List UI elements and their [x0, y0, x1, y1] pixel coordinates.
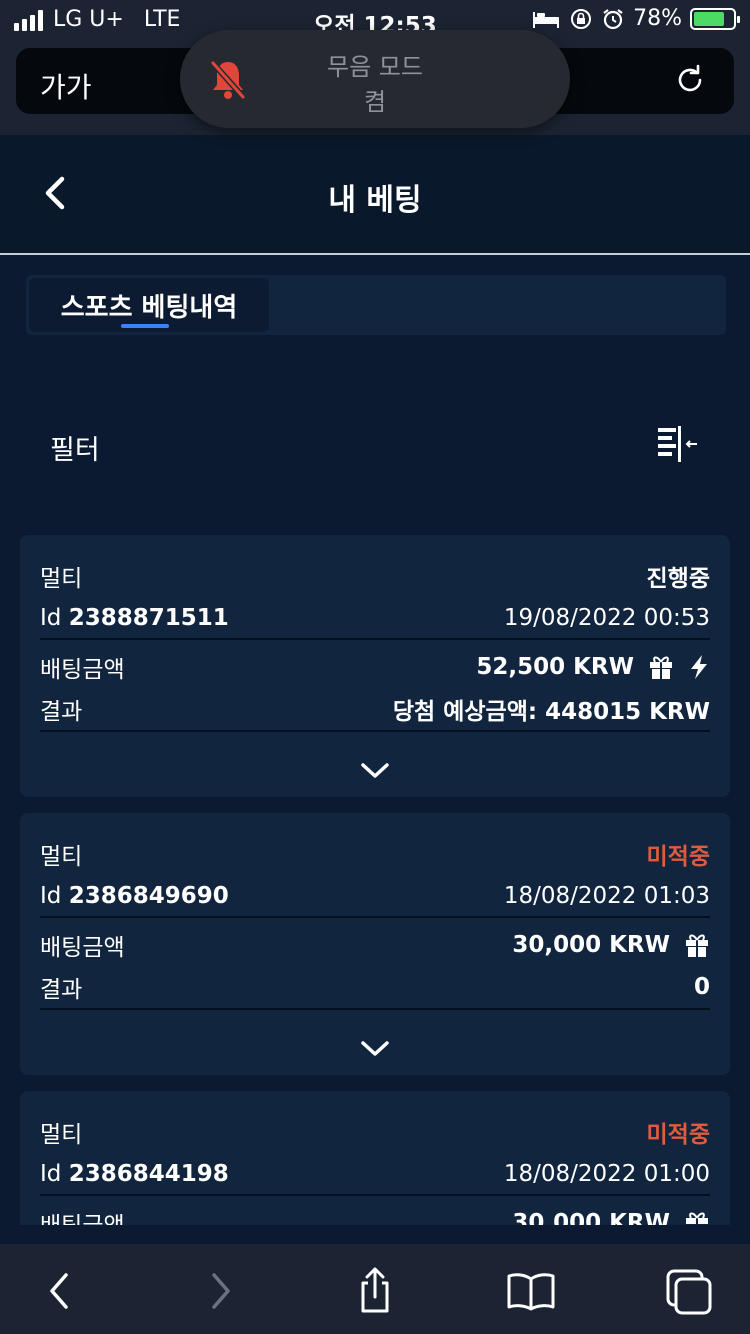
gift-icon [650, 656, 672, 679]
bet-amount: 30,000 KRW [512, 1210, 670, 1225]
result-label: 결과 [40, 699, 83, 725]
back-arrow-icon [50, 1273, 68, 1309]
amount-label: 배팅금액 [40, 935, 125, 961]
toast-subtitle: 켬 [363, 88, 387, 116]
bookmarks-button[interactable] [506, 1268, 556, 1314]
bet-card: 멀티 미적중 Id 2386844198 18/08/2022 01:00 배팅… [20, 1091, 730, 1225]
amount-group: 30,000 KRW [512, 932, 710, 958]
alarm-icon [603, 8, 623, 29]
tabs-icon [666, 1269, 712, 1315]
gift-icon [686, 934, 708, 957]
bet-amount: 52,500 KRW [476, 654, 634, 680]
reload-icon[interactable] [672, 62, 708, 98]
divider [40, 916, 710, 918]
filter-label: 필터 [50, 435, 100, 466]
bookmarks-icon [507, 1273, 555, 1311]
back-button[interactable] [34, 1268, 84, 1314]
bet-id: Id 2386849690 [40, 883, 229, 909]
divider [40, 730, 710, 732]
bet-id-value: 2386849690 [68, 883, 229, 909]
amount-group: 52,500 KRW [476, 654, 710, 680]
forward-button[interactable] [196, 1268, 246, 1314]
gift-icon [686, 1212, 708, 1225]
bet-id: Id 2388871511 [40, 605, 229, 631]
lightning-icon [691, 655, 707, 679]
battery-percent: 78% [633, 6, 682, 31]
divider [40, 1194, 710, 1196]
rotation-lock-icon [571, 8, 592, 29]
bet-id-value: 2388871511 [68, 605, 229, 631]
bet-result: 당첨 예상금액: 448015 KRW [392, 699, 710, 725]
active-tab-indicator [121, 324, 169, 328]
bet-amount: 30,000 KRW [512, 932, 670, 958]
bet-card: 멀티 진행중 Id 2388871511 19/08/2022 00:53 배팅… [20, 535, 730, 797]
amount-group: 30,000 KRW [512, 1210, 710, 1225]
tab-label: 스포츠 베팅내역 [60, 292, 238, 323]
expand-chevron-icon[interactable] [359, 1039, 391, 1059]
bet-type: 멀티 [40, 566, 83, 592]
amount-label: 배팅금액 [40, 657, 125, 683]
forward-arrow-icon [212, 1273, 230, 1309]
bet-id-prefix: Id [40, 883, 62, 909]
bet-type: 멀티 [40, 844, 83, 870]
share-button[interactable] [350, 1267, 400, 1314]
tab-bar: 스포츠 베팅내역 [26, 275, 726, 335]
bet-type: 멀티 [40, 1122, 83, 1148]
silent-mode-toast: 무음 모드 켬 [180, 30, 570, 128]
filter-toggle-icon[interactable] [656, 424, 700, 464]
tab-sports-betting-history[interactable]: 스포츠 베팅내역 [29, 278, 269, 332]
toast-title: 무음 모드 [327, 53, 423, 81]
page-title: 내 베팅 [328, 183, 422, 218]
text-size-button[interactable]: 가가 [40, 66, 92, 106]
page-header: 내 베팅 [0, 135, 750, 255]
expand-chevron-icon[interactable] [359, 761, 391, 781]
bet-id-value: 2386844198 [68, 1161, 229, 1187]
bet-datetime: 19/08/2022 00:53 [503, 605, 710, 631]
tabs-button[interactable] [664, 1268, 714, 1315]
status-icons: 78% [531, 6, 740, 31]
bet-card: 멀티 미적중 Id 2386849690 18/08/2022 01:03 배팅… [20, 813, 730, 1075]
sleep-bed-icon [533, 11, 560, 28]
bet-id: Id 2386844198 [40, 1161, 229, 1187]
bet-id-prefix: Id [40, 605, 62, 631]
bet-status: 미적중 [646, 1122, 710, 1148]
bet-result: 0 [693, 974, 710, 1000]
browser-toolbar [0, 1244, 750, 1334]
divider [40, 638, 710, 640]
bet-status: 미적중 [646, 844, 710, 870]
bet-list: 멀티 진행중 Id 2388871511 19/08/2022 00:53 배팅… [20, 535, 730, 1225]
bet-status: 진행중 [646, 566, 710, 592]
share-icon [361, 1267, 389, 1313]
bet-datetime: 18/08/2022 01:00 [503, 1161, 710, 1187]
battery-icon [690, 7, 740, 30]
bet-id-prefix: Id [40, 1161, 62, 1187]
result-label: 결과 [40, 977, 83, 1003]
amount-label: 배팅금액 [40, 1206, 125, 1225]
divider [40, 1008, 710, 1010]
bet-datetime: 18/08/2022 01:03 [503, 883, 710, 909]
